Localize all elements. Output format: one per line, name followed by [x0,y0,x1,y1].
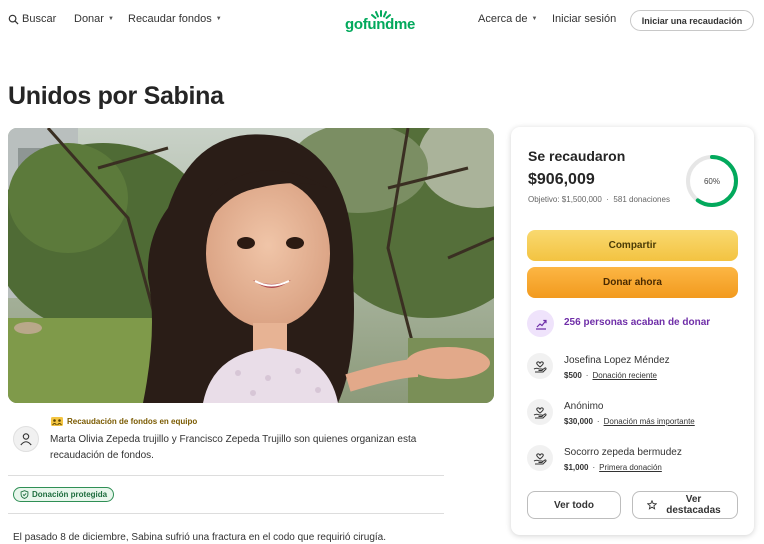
donor-avatar [527,353,553,379]
donations-count: 581 [613,195,627,204]
team-badge-icon [51,417,63,426]
shield-icon [20,490,29,499]
protected-donation-label: Donación protegida [32,490,108,499]
see-all-button[interactable]: Ver todo [527,491,621,519]
fundraise-menu[interactable]: Recaudar fondos ▼ [128,13,222,25]
about-menu[interactable]: Acerca de ▼ [478,13,537,25]
donate-menu[interactable]: Donar ▼ [74,13,114,25]
progress-percent: 60% [703,176,720,186]
caret-down-icon: ▼ [531,16,538,22]
search-link[interactable]: Buscar [8,13,56,25]
share-button[interactable]: Compartir [527,230,738,261]
trend-badge [527,310,554,337]
donate-menu-label: Donar [74,13,104,25]
donor-tag-link[interactable]: Donación más importante [604,417,695,426]
donor-meta: $1,000 · Primera donación [564,463,662,472]
caret-down-icon: ▼ [215,16,222,22]
login-label: Iniciar sesión [552,13,617,25]
caret-down-icon: ▼ [107,16,114,22]
heart-hand-icon [533,407,547,419]
protected-donation-badge[interactable]: Donación protegida [13,487,115,502]
campaign-photo [8,128,494,403]
separator-dot: · [592,463,596,472]
heart-hand-icon [533,453,547,465]
donor-amount: $30,000 [564,417,593,426]
recent-donors-text: 256 personas acaban de donar [564,317,711,328]
user-icon [20,433,32,446]
star-icon [646,500,657,510]
donor-name: Anónimo [564,401,604,412]
heart-hand-icon [533,361,547,373]
about-menu-label: Acerca de [478,13,528,25]
organizer-text: Marta Olivia Zepeda trujillo y Francisco… [50,434,417,461]
see-top-label: Ver destacadas [666,494,721,516]
goal-text: Objetivo: $1,500,000 [528,195,602,204]
fundraise-menu-label: Recaudar fondos [128,13,212,25]
donor-amount: $1,000 [564,463,589,472]
story-text: El pasado 8 de diciembre, Sabina sufrió … [13,532,387,543]
separator-dot: · [585,371,589,380]
divider [8,513,444,514]
team-fundraiser-line: Recaudación de fondos en equipo [51,417,197,426]
donor-meta: $500 · Donación reciente [564,371,657,380]
donor-amount: $500 [564,371,582,380]
donations-word: donaciones [629,195,670,204]
donor-name: Socorro zepeda bermudez [564,447,682,458]
donation-card: Se recaudaron $906,009 Objetivo: $1,500,… [511,127,754,535]
team-fundraiser-label: Recaudación de fondos en equipo [67,417,198,426]
separator-dot: · [596,417,600,426]
see-top-button[interactable]: Ver destacadas [632,491,738,519]
donor-tag-link[interactable]: Donación reciente [592,371,656,380]
login-link[interactable]: Iniciar sesión [552,13,616,25]
organizer-avatar[interactable] [13,426,39,452]
logo-text: gofundme [345,16,416,33]
search-label: Buscar [22,13,57,25]
gofundme-logo[interactable]: gofundme [345,9,419,33]
page-title: Unidos por Sabina [8,82,224,110]
donor-tag-link[interactable]: Primera donación [599,463,662,472]
donor-avatar [527,445,553,471]
raised-label: Se recaudaron [528,148,626,164]
search-icon [8,14,19,25]
goal-and-count: Objetivo: $1,500,000 · 581 donaciones [528,193,678,207]
top-nav: Buscar Donar ▼ Recaudar fondos ▼ gofundm… [0,0,764,40]
donor-avatar [527,399,553,425]
donor-name: Josefina Lopez Méndez [564,355,670,366]
start-fundraiser-button[interactable]: Iniciar una recaudación [630,10,754,31]
separator-dot: · [604,195,612,204]
donor-meta: $30,000 · Donación más importante [564,417,695,426]
divider [8,475,444,476]
donate-now-button[interactable]: Donar ahora [527,267,738,298]
trend-up-icon [535,319,547,330]
raised-amount: $906,009 [528,171,595,188]
